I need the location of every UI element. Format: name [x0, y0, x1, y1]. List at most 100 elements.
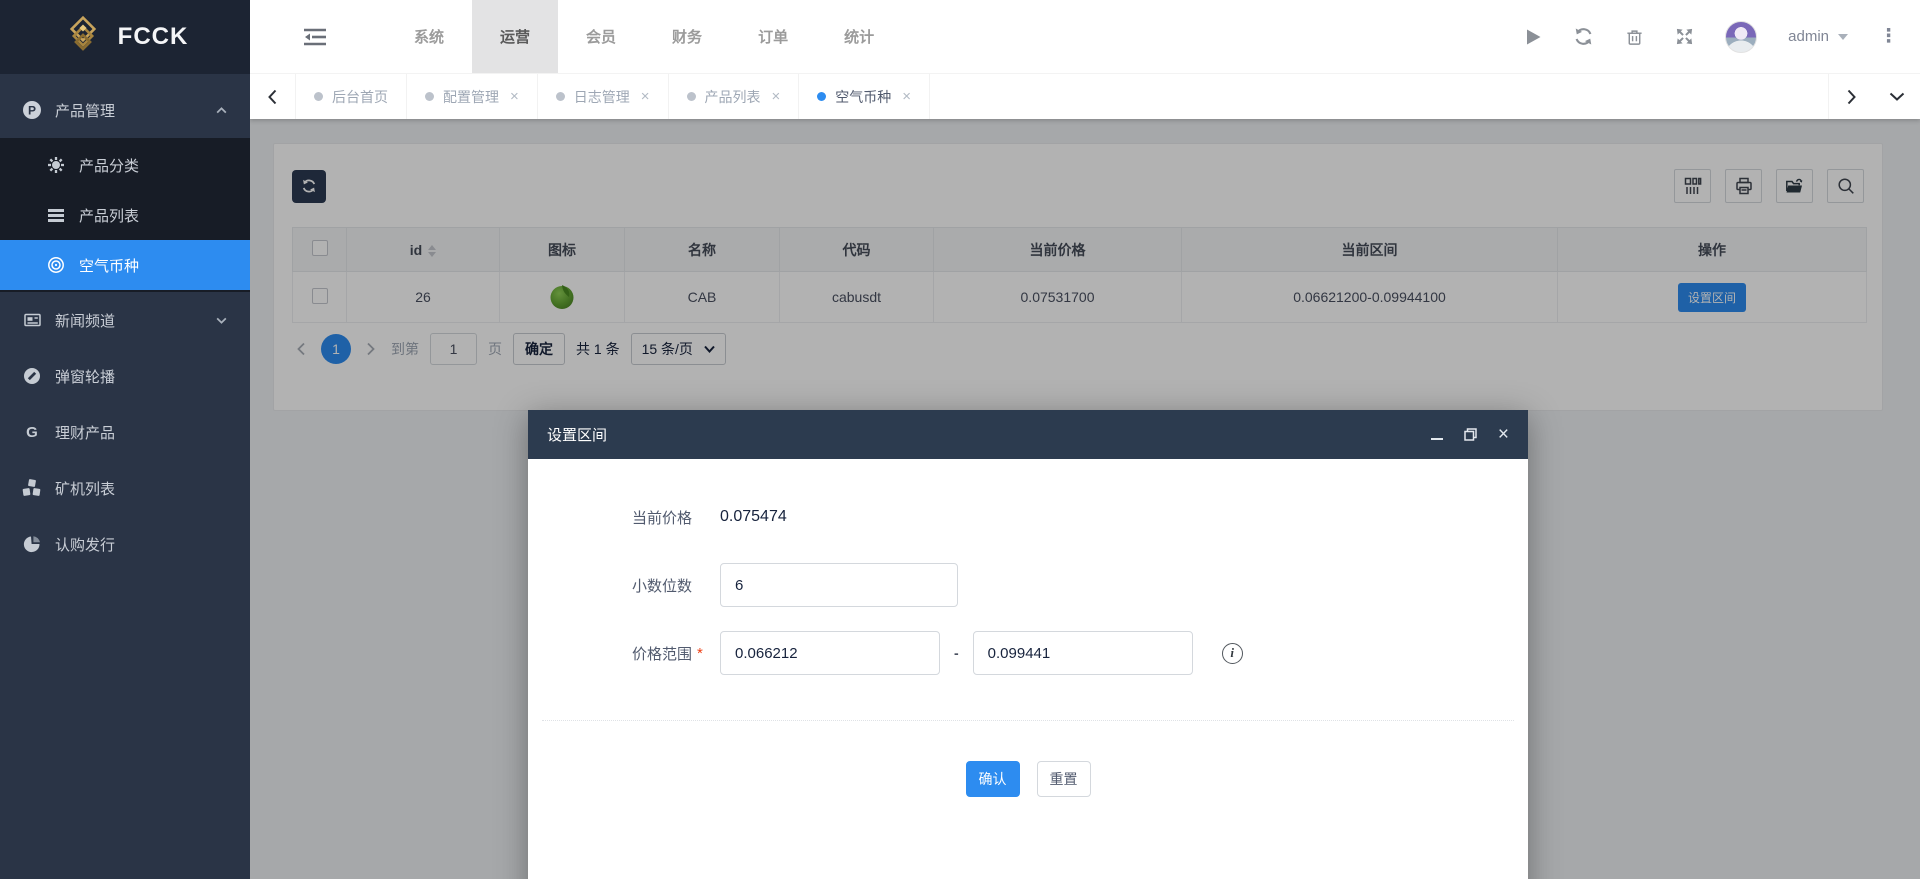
tab-label: 后台首页: [332, 87, 388, 107]
refresh-icon[interactable]: [1573, 26, 1594, 47]
sidebar-item-subscription-issue[interactable]: 认购发行: [0, 516, 250, 572]
decimals-label: 小数位数: [542, 575, 692, 596]
top-menu-finance[interactable]: 财务: [644, 0, 730, 73]
p-circle-icon: P: [22, 100, 42, 120]
sidebar-item-label: 产品分类: [79, 155, 139, 176]
modal-footer: 确认 重置: [542, 761, 1514, 797]
sidebar-item-popup-carousel[interactable]: 弹窗轮播: [0, 348, 250, 404]
sidebar-item-label: 产品管理: [55, 100, 115, 121]
sidebar-item-label: 认购发行: [55, 534, 115, 555]
form-divider: [542, 720, 1514, 721]
gear-icon: [46, 156, 66, 174]
brand-diamond-icon: [62, 16, 104, 58]
info-icon[interactable]: i: [1222, 643, 1243, 664]
chevron-up-icon: [215, 104, 228, 117]
sidebar-item-miner-list[interactable]: 矿机列表: [0, 460, 250, 516]
price-range-row: 价格范围 * - i: [542, 631, 1514, 675]
current-price-row: 当前价格 0.075474: [542, 495, 1514, 539]
reset-button[interactable]: 重置: [1037, 761, 1091, 797]
chevron-down-icon: [215, 314, 228, 327]
svg-text:P: P: [28, 103, 36, 117]
sidebar-item-label: 理财产品: [55, 422, 115, 443]
tab-close-icon[interactable]: ×: [641, 88, 650, 105]
sidebar-item-label: 空气币种: [79, 255, 139, 276]
pie-chart-icon: [22, 535, 42, 553]
sidebar-item-product-category[interactable]: 产品分类: [0, 140, 250, 190]
sidebar-item-wealth-products[interactable]: G 理财产品: [0, 404, 250, 460]
list-icon: [46, 206, 66, 224]
maximize-icon[interactable]: [1464, 425, 1477, 445]
sidebar-item-label: 弹窗轮播: [55, 366, 115, 387]
set-range-modal: 设置区间 × 当前价格 0.075474: [528, 410, 1528, 879]
sidebar-item-news-channel[interactable]: 新闻频道: [0, 292, 250, 348]
tabs-scroll-right-icon[interactable]: [1828, 74, 1874, 119]
tab-close-icon[interactable]: ×: [510, 88, 519, 105]
tab-dot: [425, 92, 434, 101]
sidebar-item-label: 产品列表: [79, 205, 139, 226]
tab-close-icon[interactable]: ×: [772, 88, 781, 105]
top-menu-system[interactable]: 系统: [386, 0, 472, 73]
cubes-icon: [22, 479, 42, 497]
svg-text:G: G: [26, 424, 38, 441]
brand-logo: FCCK: [0, 0, 250, 74]
decimals-row: 小数位数: [542, 563, 1514, 607]
minimize-icon[interactable]: [1431, 425, 1443, 445]
confirm-button[interactable]: 确认: [966, 761, 1020, 797]
tab-log-management[interactable]: 日志管理 ×: [538, 74, 669, 119]
sidebar-item-air-coins[interactable]: 空气币种: [0, 240, 250, 290]
sidebar-item-label: 新闻频道: [55, 310, 115, 331]
tab-close-icon[interactable]: ×: [902, 88, 911, 105]
tab-dot: [687, 92, 696, 101]
g-letter-icon: G: [22, 423, 42, 441]
tab-dot: [817, 92, 826, 101]
sidebar-collapse-icon[interactable]: [302, 0, 328, 73]
top-menu-operation[interactable]: 运营: [472, 0, 558, 73]
trash-icon[interactable]: [1625, 27, 1644, 47]
sidebar-item-product-list[interactable]: 产品列表: [0, 190, 250, 240]
username-label[interactable]: admin: [1788, 28, 1829, 45]
user-menu-caret-icon: [1838, 34, 1848, 40]
range-max-input[interactable]: [973, 631, 1193, 675]
tab-dot: [556, 92, 565, 101]
user-avatar[interactable]: [1725, 21, 1757, 53]
modal-body: 当前价格 0.075474 小数位数 价格范围 * - i: [528, 459, 1528, 797]
close-icon[interactable]: ×: [1498, 425, 1509, 445]
top-menu-members[interactable]: 会员: [558, 0, 644, 73]
decimals-input[interactable]: [720, 563, 958, 607]
current-price-label: 当前价格: [542, 507, 692, 528]
open-tabs-bar: 后台首页 配置管理 × 日志管理 × 产品列表 × 空气币种 ×: [250, 74, 1920, 119]
play-icon[interactable]: [1525, 28, 1542, 46]
more-vertical-icon[interactable]: ⋮: [1879, 25, 1898, 48]
tab-dashboard[interactable]: 后台首页: [296, 74, 407, 119]
tab-label: 空气币种: [835, 87, 891, 107]
tab-product-list[interactable]: 产品列表 ×: [669, 74, 800, 119]
tab-label: 日志管理: [574, 87, 630, 107]
fullscreen-icon[interactable]: [1675, 27, 1694, 46]
sidebar-submenu-product: 产品分类 产品列表 空气币种: [0, 138, 250, 292]
top-navbar: 系统 运营 会员 财务 订单 统计: [250, 0, 1920, 74]
range-min-input[interactable]: [720, 631, 940, 675]
tab-dot: [314, 92, 323, 101]
sidebar-item-product-management[interactable]: P 产品管理: [0, 82, 250, 138]
main-area: 系统 运营 会员 财务 订单 统计: [250, 0, 1920, 879]
tab-label: 产品列表: [705, 87, 761, 107]
sidebar: FCCK P 产品管理 产品分类: [0, 0, 250, 879]
modal-title: 设置区间: [547, 424, 607, 445]
popup-carousel-icon: [22, 367, 42, 385]
top-menu-statistics[interactable]: 统计: [816, 0, 902, 73]
tabs-menu-caret-icon[interactable]: [1874, 74, 1920, 119]
price-range-label: 价格范围: [542, 643, 692, 664]
required-mark: *: [697, 645, 707, 662]
tabs-scroll-left-icon[interactable]: [250, 74, 296, 119]
tab-air-coins[interactable]: 空气币种 ×: [799, 74, 930, 119]
top-menu-orders[interactable]: 订单: [730, 0, 816, 73]
content-area: id 图标 名称 代码 当前价格 当前区间 操作: [250, 119, 1920, 879]
newspaper-icon: [22, 311, 42, 329]
navbar-right-tools: admin ⋮: [1525, 0, 1920, 73]
modal-header[interactable]: 设置区间 ×: [528, 410, 1528, 459]
tab-label: 配置管理: [443, 87, 499, 107]
sidebar-item-label: 矿机列表: [55, 478, 115, 499]
tab-config-management[interactable]: 配置管理 ×: [407, 74, 538, 119]
modal-window-buttons: ×: [1431, 425, 1509, 445]
current-price-value: 0.075474: [720, 508, 787, 526]
